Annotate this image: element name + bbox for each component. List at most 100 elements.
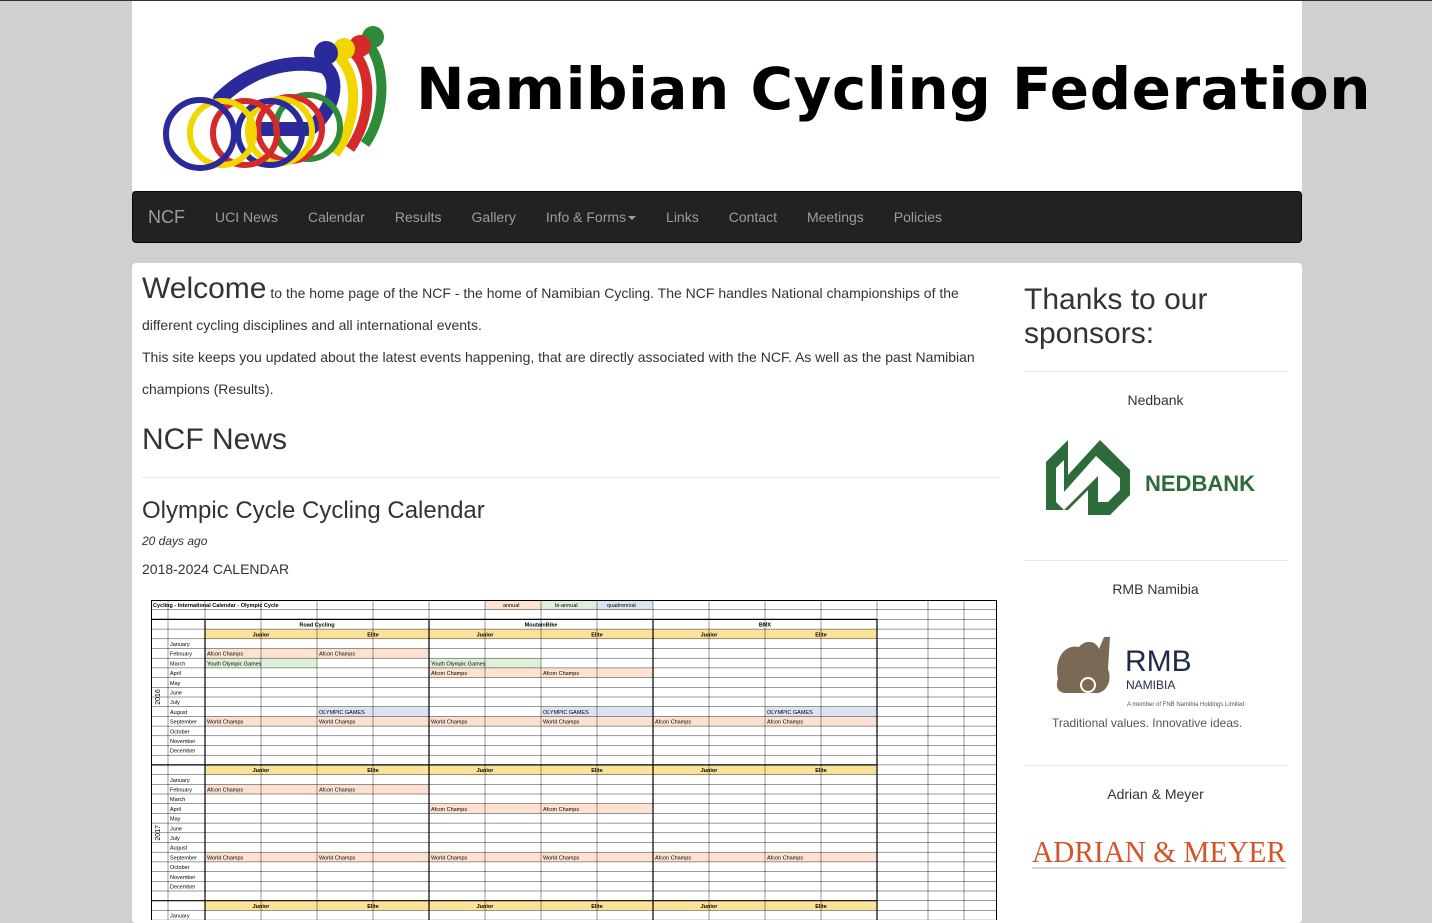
- month-label: June: [170, 691, 182, 697]
- level-label: Junior: [477, 768, 495, 774]
- month-label: November: [170, 739, 196, 745]
- nav-policies[interactable]: Policies: [879, 192, 957, 242]
- nav-meetings[interactable]: Meetings: [792, 192, 879, 242]
- divider: [1024, 765, 1287, 766]
- main-navbar: NCF UCI News Calendar Results Gallery In…: [132, 191, 1302, 243]
- nav-menu: UCI News Calendar Results Gallery Info &…: [200, 192, 957, 242]
- month-label: March: [170, 797, 185, 803]
- adrian-meyer-logo[interactable]: ADRIAN & MEYER: [1024, 832, 1287, 892]
- rmb-logo-note: A member of FNB Namibia Holdings Limited: [1127, 702, 1244, 708]
- month-label: October: [170, 865, 190, 871]
- level-label: Junior: [253, 904, 271, 910]
- nav-brand[interactable]: NCF: [148, 207, 185, 228]
- discipline-label: MoutainBike: [525, 623, 558, 629]
- event-label: Afcon Champs: [543, 671, 579, 677]
- event-label: World Champs: [319, 855, 356, 861]
- level-label: Elite: [367, 632, 379, 638]
- calendar-title: Cycling - International Calendar - Olymp…: [153, 603, 279, 609]
- month-label: October: [170, 729, 190, 735]
- nav-results[interactable]: Results: [380, 192, 457, 242]
- main-column: Welcome to the home page of the NCF - th…: [142, 273, 1002, 577]
- nav-info-forms-label: Info & Forms: [545, 209, 627, 225]
- event-label: Afcon Champs: [767, 855, 803, 861]
- welcome-text: Welcome: [142, 272, 267, 305]
- event-label: World Champs: [319, 720, 356, 726]
- sidebar: Thanks to our sponsors: Nedbank NEDBANK …: [1024, 263, 1287, 892]
- month-label: August: [170, 710, 188, 716]
- level-label: Junior: [701, 904, 719, 910]
- level-label: Junior: [701, 632, 719, 638]
- rmb-logo-text: RMB: [1125, 645, 1192, 678]
- event-label: OLYMPIC GAMES: [543, 710, 589, 716]
- calendar-image[interactable]: Cycling - International Calendar - Olymp…: [151, 600, 997, 920]
- event-label: Afcon Champs: [767, 720, 803, 726]
- event-label: Afcon Champs: [431, 671, 467, 677]
- level-label: Elite: [591, 768, 603, 774]
- nedbank-logo-text: NEDBANK: [1145, 471, 1255, 496]
- nav-contact[interactable]: Contact: [714, 192, 792, 242]
- month-label: August: [170, 846, 188, 852]
- year-label: 2017: [155, 825, 162, 841]
- legend-label: bi-annual: [555, 603, 578, 609]
- month-label: September: [170, 720, 197, 726]
- divider: [142, 477, 1000, 478]
- nav-info-forms[interactable]: Info & Forms: [531, 192, 651, 242]
- sponsor-name-nedbank: Nedbank: [1127, 392, 1184, 408]
- rmb-logo[interactable]: RMB NAMIBIA A member of FNB Namibia Hold…: [1024, 619, 1287, 739]
- level-label: Elite: [367, 904, 379, 910]
- caret-down-icon: [628, 216, 637, 221]
- event-label: Afcon Champs: [319, 788, 355, 794]
- level-label: Elite: [367, 768, 379, 774]
- event-label: Afcon Champs: [431, 807, 467, 813]
- month-label: March: [170, 661, 185, 667]
- level-label: Elite: [815, 768, 827, 774]
- nav-calendar[interactable]: Calendar: [293, 192, 380, 242]
- event-label: World Champs: [207, 855, 244, 861]
- month-label: June: [170, 826, 182, 832]
- level-label: Elite: [815, 904, 827, 910]
- level-label: Elite: [591, 632, 603, 638]
- event-label: Afcon Champs: [655, 720, 691, 726]
- month-label: April: [170, 671, 181, 677]
- month-label: February: [170, 652, 192, 658]
- nedbank-logo[interactable]: NEDBANK: [1024, 430, 1287, 530]
- post-date: 20 days ago: [142, 534, 208, 548]
- month-label: May: [170, 681, 181, 687]
- divider: [1024, 560, 1287, 561]
- level-label: Junior: [253, 632, 271, 638]
- event-label: Afcon Champs: [543, 807, 579, 813]
- site-header: Namibian Cycling Federation: [132, 1, 1370, 191]
- nav-links[interactable]: Links: [651, 192, 714, 242]
- month-label: January: [170, 642, 190, 648]
- post-title[interactable]: Olympic Cycle Cycling Calendar: [142, 497, 1002, 525]
- event-label: Youth Olympic Games: [431, 661, 486, 667]
- event-label: Youth Olympic Games: [207, 661, 262, 667]
- legend-label: annual: [503, 603, 520, 609]
- rmb-tagline: Traditional values. Innovative ideas.: [1052, 716, 1242, 730]
- adrian-meyer-logo-text: ADRIAN & MEYER: [1032, 834, 1286, 869]
- news-heading: NCF News: [142, 423, 288, 456]
- rmb-logo-sub: NAMIBIA: [1126, 678, 1175, 692]
- post-body: 2018-2024 CALENDAR: [142, 561, 290, 577]
- nav-uci-news[interactable]: UCI News: [200, 192, 293, 242]
- sponsor-name-adrian-meyer: Adrian & Meyer: [1107, 786, 1204, 802]
- event-label: OLYMPIC GAMES: [319, 710, 365, 716]
- discipline-label: Road Cycling: [299, 623, 334, 629]
- event-label: OLYMPIC GAMES: [767, 710, 813, 716]
- sponsor-name-rmb: RMB Namibia: [1112, 581, 1199, 597]
- event-label: World Champs: [431, 855, 468, 861]
- month-label: September: [170, 855, 197, 861]
- event-label: Afcon Champs: [319, 652, 355, 658]
- event-label: Afcon Champs: [655, 855, 691, 861]
- legend-label: quadrennial: [607, 603, 636, 609]
- event-label: World Champs: [207, 720, 244, 726]
- year-label: 2016: [155, 689, 162, 705]
- event-label: Afcon Champs: [207, 788, 243, 794]
- event-label: Afcon Champs: [207, 652, 243, 658]
- cyclists-logo[interactable]: [160, 19, 390, 174]
- nav-gallery[interactable]: Gallery: [457, 192, 531, 242]
- level-label: Elite: [815, 632, 827, 638]
- intro-paragraph-2: This site keeps you updated about the la…: [142, 349, 975, 397]
- event-label: World Champs: [431, 720, 468, 726]
- divider: [1024, 371, 1287, 372]
